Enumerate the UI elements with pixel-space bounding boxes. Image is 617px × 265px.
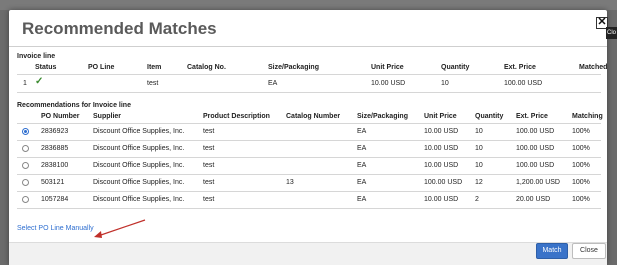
annotation-arrow <box>94 219 146 238</box>
